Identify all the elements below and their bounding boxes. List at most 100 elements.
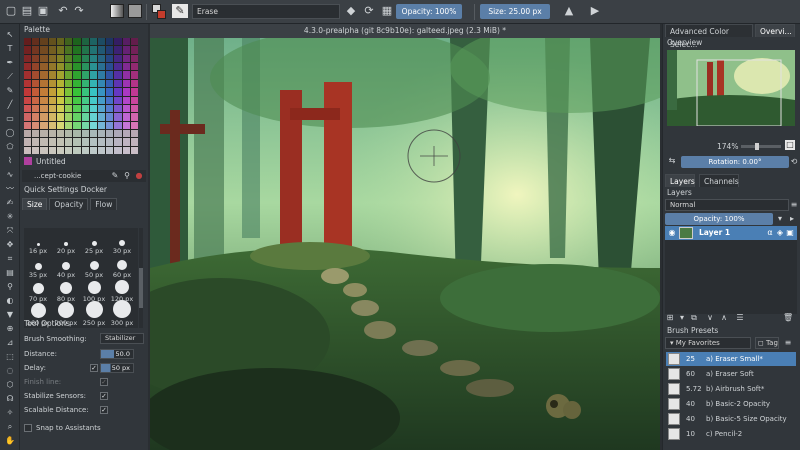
palette-swatch[interactable] (81, 88, 89, 96)
palette-swatch[interactable] (81, 129, 89, 138)
palette-swatch[interactable] (81, 96, 89, 104)
palette-swatches[interactable] (24, 38, 138, 154)
palette-swatch[interactable] (97, 113, 106, 121)
brush-preset-item[interactable]: 25 a) Eraser Small* (666, 352, 796, 366)
brush-preset-item[interactable]: 10 c) Pencil-2 (666, 427, 796, 441)
palette-swatch[interactable] (48, 54, 56, 63)
palette-swatch[interactable] (48, 96, 56, 104)
rect-select-icon[interactable]: ⬚ (5, 352, 15, 362)
palette-swatch[interactable] (122, 138, 130, 146)
transform-icon[interactable]: ⤧ (5, 226, 15, 236)
palette-swatch[interactable] (32, 63, 40, 71)
palette-swatch[interactable] (40, 79, 48, 88)
mirror-horizontal-icon[interactable]: ▲ (562, 4, 576, 18)
palette-swatch[interactable] (48, 121, 56, 129)
palette-swatch[interactable] (130, 54, 138, 63)
brush-preset-icon[interactable]: ✎ (172, 4, 188, 18)
distance-input[interactable]: 50.0 (100, 349, 134, 359)
stabilize-sensors-checkbox[interactable]: ✓ (100, 392, 108, 400)
canvas-painting[interactable] (150, 38, 660, 450)
contiguous-select-icon[interactable]: ✧ (5, 408, 15, 418)
palette-swatch[interactable] (65, 88, 73, 96)
size-preset-item[interactable]: 60 px (108, 254, 136, 279)
palette-swatch[interactable] (48, 138, 56, 146)
palette-swatch[interactable] (56, 121, 65, 129)
palette-swatch[interactable] (97, 121, 106, 129)
palette-swatch[interactable] (89, 54, 97, 63)
palette-swatch[interactable] (32, 96, 40, 104)
palette-swatch[interactable] (56, 71, 65, 79)
palette-swatch[interactable] (65, 96, 73, 104)
brush-preset-bar[interactable]: ...cept-cookie ✎ ⚲ ● (22, 170, 146, 182)
palette-swatch[interactable] (56, 63, 65, 71)
palette-swatch[interactable] (56, 38, 65, 46)
palette-swatch[interactable] (65, 104, 73, 113)
palette-swatch[interactable] (48, 71, 56, 79)
palette-swatch[interactable] (24, 46, 32, 54)
delay-input[interactable]: 50 px (100, 363, 134, 373)
palette-swatch[interactable] (73, 146, 81, 154)
palette-swatch[interactable] (32, 54, 40, 63)
palette-swatch[interactable] (56, 129, 65, 138)
palette-swatch[interactable] (130, 121, 138, 129)
calligraphy-icon[interactable]: ✒ (5, 58, 15, 68)
freehand-select-icon[interactable]: ☊ (5, 394, 15, 404)
palette-swatch[interactable] (73, 88, 81, 96)
palette-swatch[interactable] (73, 129, 81, 138)
size-preset-item[interactable]: 20 px (52, 230, 80, 255)
layer-row[interactable]: ◉ Layer 1 α ◈ ▣ (665, 226, 797, 240)
palette-swatch[interactable] (48, 146, 56, 154)
tab-layers[interactable]: Layers (665, 174, 695, 187)
palette-swatch[interactable] (81, 104, 89, 113)
palette-swatch[interactable] (130, 46, 138, 54)
gradient-tool-icon[interactable]: ▤ (5, 268, 15, 278)
colorize-mask-icon[interactable]: ◐ (5, 296, 15, 306)
palette-swatch[interactable] (106, 104, 114, 113)
palette-swatch[interactable] (122, 96, 130, 104)
palette-swatch[interactable] (73, 63, 81, 71)
palette-swatch[interactable] (65, 129, 73, 138)
background-color-swatch[interactable] (157, 10, 166, 19)
palette-swatch[interactable] (122, 104, 130, 113)
palette-swatch[interactable] (24, 121, 32, 129)
brush-preset-item[interactable]: 5.72 b) Airbrush Soft* (666, 382, 796, 396)
palette-swatch[interactable] (73, 38, 81, 46)
assistant-tool-icon[interactable]: ⊕ (5, 324, 15, 334)
fill-tool-icon[interactable]: ▼ (5, 310, 15, 320)
layer-blend-mode-select[interactable]: Normal (665, 199, 789, 211)
palette-swatch[interactable] (122, 146, 130, 154)
palette-swatch[interactable] (130, 146, 138, 154)
polyline-tool-icon[interactable]: ⌇ (5, 156, 15, 166)
ellipse-tool-icon[interactable]: ◯ (5, 128, 15, 138)
palette-swatch[interactable] (122, 71, 130, 79)
palette-swatch[interactable] (48, 104, 56, 113)
size-grid-scrollbar[interactable] (139, 228, 143, 328)
move-layer-down-icon[interactable]: ∨ (705, 313, 715, 323)
tag-button[interactable]: ◻ Tag (755, 337, 779, 349)
palette-swatch[interactable] (89, 121, 97, 129)
polygon-tool-icon[interactable]: ⬠ (5, 142, 15, 152)
layer-options-icon[interactable]: ▾ (677, 313, 687, 323)
palette-swatch[interactable] (65, 54, 73, 63)
palette-swatch[interactable] (130, 113, 138, 121)
move-icon[interactable]: ✥ (5, 240, 15, 250)
palette-swatch[interactable] (106, 129, 114, 138)
palette-swatch[interactable] (122, 63, 130, 71)
palette-swatch[interactable] (40, 54, 48, 63)
palette-swatch[interactable] (114, 104, 122, 113)
palette-swatch[interactable] (89, 129, 97, 138)
size-preset-item[interactable]: 250 px (80, 301, 108, 327)
palette-swatch[interactable] (81, 146, 89, 154)
palette-swatch[interactable] (130, 104, 138, 113)
size-slider[interactable]: Size: 25.00 px (480, 4, 550, 19)
palette-swatch[interactable] (97, 146, 106, 154)
palette-swatch[interactable] (114, 96, 122, 104)
palette-swatch[interactable] (32, 146, 40, 154)
preset-menu-icon[interactable]: ≡ (783, 338, 793, 348)
layer-name[interactable]: Layer 1 (699, 226, 730, 240)
mirror-view-icon[interactable]: ⇆ (667, 156, 677, 166)
palette-swatch[interactable] (24, 129, 32, 138)
palette-swatch[interactable] (56, 46, 65, 54)
open-icon[interactable]: ▤ (20, 4, 34, 18)
brush-preset-item[interactable]: 40 b) Basic-5 Size Opacity (666, 412, 796, 426)
